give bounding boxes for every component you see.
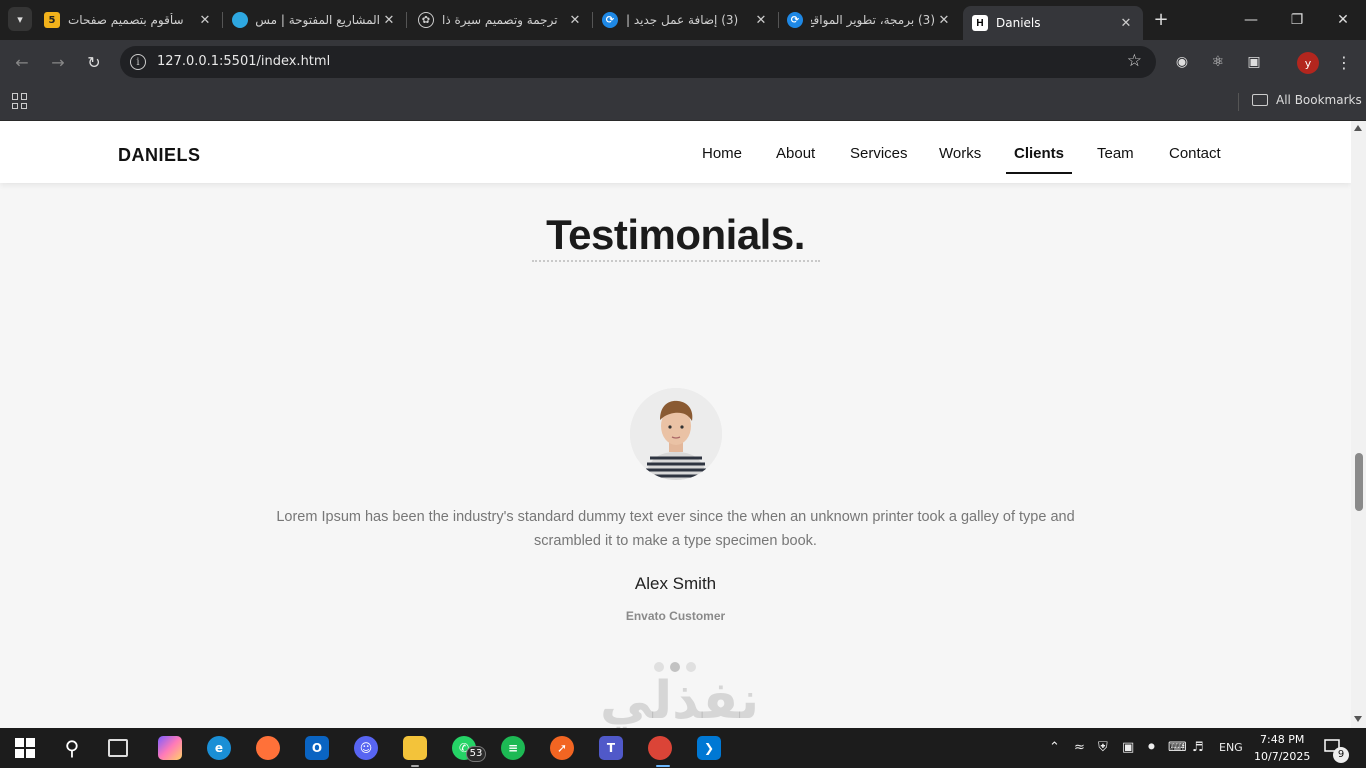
nav-contact[interactable]: Contact [1169, 145, 1221, 162]
browser-tab[interactable]: ✿ ترجمة وتصميم سيرة ذا ✕ [418, 6, 584, 34]
nav-team[interactable]: Team [1097, 145, 1134, 162]
client-role: Envato Customer [625, 609, 726, 623]
khamsat-icon: 5 [44, 12, 60, 28]
testimonial-quote: Lorem Ipsum has been the industry's stan… [276, 509, 1075, 549]
tab-separator [406, 12, 407, 28]
browser-menu-icon[interactable]: ⋮ [1335, 53, 1353, 72]
camera-icon[interactable]: ▣ [1122, 740, 1134, 755]
task-view-icon[interactable] [108, 739, 128, 757]
chevron-up-icon[interactable]: ⌃ [1049, 740, 1060, 755]
minimize-icon[interactable]: — [1228, 0, 1274, 40]
bookmarks-bar: All Bookmarks [0, 84, 1366, 121]
section-title: Testimonials. [546, 211, 805, 258]
security-shield-icon[interactable]: ⛨ [1098, 740, 1108, 755]
new-tab-button[interactable]: + [1150, 9, 1172, 30]
copilot-icon[interactable] [158, 736, 182, 760]
site-header: DANIELS Home About Services Works Client… [0, 121, 1351, 183]
client-name: Alex Smith [634, 574, 717, 593]
restore-icon[interactable]: ❐ [1274, 0, 1320, 40]
browser-tab[interactable]: ⟳ (3) برمجة، تطوير المواقع ✕ [787, 6, 953, 34]
browser-toolbar: ← → ↻ i 127.0.0.1:5501/index.html ☆ ◉ ⚛ … [0, 40, 1366, 84]
close-window-icon[interactable]: ✕ [1320, 0, 1366, 40]
tab-search-button[interactable]: ▾ [8, 7, 32, 31]
tab-close-icon[interactable]: ✕ [196, 13, 214, 28]
nafezly-icon: ⟳ [602, 12, 618, 28]
site-info-icon[interactable]: i [130, 54, 146, 70]
browser-tab[interactable]: 5 سأقوم بتصميم صفحات ✕ [44, 6, 214, 34]
clock-time: 7:48 PM [1260, 733, 1305, 746]
volume-icon[interactable]: ♬ [1192, 740, 1204, 755]
vscode-icon[interactable]: ❯ [697, 736, 721, 760]
keyboard-icon[interactable]: ⌨ [1168, 740, 1187, 755]
extension-react-icon[interactable]: ⚛ [1209, 53, 1227, 71]
whatsapp-unread-badge: 53 [466, 746, 486, 762]
mostaql-icon [232, 12, 248, 28]
postman-icon[interactable]: ➚ [550, 736, 574, 760]
scroll-down-arrow-icon[interactable] [1354, 716, 1362, 722]
clock-date: 10/7/2025 [1254, 750, 1311, 763]
tab-separator [592, 12, 593, 28]
browser-tab[interactable]: ⟳ (3) إضافة عمل جديد | ✕ [602, 6, 770, 34]
nav-home[interactable]: Home [702, 145, 742, 162]
tab-close-icon[interactable]: ✕ [752, 13, 770, 28]
firefox-icon[interactable] [256, 736, 280, 760]
scroll-up-arrow-icon[interactable] [1354, 125, 1362, 131]
microphone-icon[interactable]: ⚫ [1146, 740, 1157, 755]
nafezly-icon: ⟳ [787, 12, 803, 28]
extensions-puzzle-icon[interactable]: ▣ [1245, 53, 1263, 71]
address-bar[interactable]: i 127.0.0.1:5501/index.html ☆ [120, 46, 1156, 78]
teams-icon[interactable]: T [599, 736, 623, 760]
h-icon: H [972, 15, 988, 31]
forward-arrow-icon[interactable]: → [46, 50, 70, 74]
outlook-icon[interactable]: O [305, 736, 329, 760]
nav-about[interactable]: About [776, 145, 815, 162]
tab-separator [222, 12, 223, 28]
browser-tab[interactable]: المشاريع المفتوحة | مس ✕ [232, 6, 398, 34]
windows-start-icon[interactable] [13, 736, 37, 760]
apps-grid-icon[interactable] [12, 93, 28, 109]
tab-close-icon[interactable]: ✕ [380, 13, 398, 28]
extension-globe-icon[interactable]: ◉ [1173, 53, 1191, 71]
profile-avatar[interactable]: y [1297, 52, 1319, 74]
system-clock[interactable]: 7:48 PM 10/7/2025 [1254, 731, 1310, 765]
windows-taskbar: ⚲ e O ☺ ✆ 53 ≡ ➚ T ❯ ⌃ ≈ ⛨ ▣ ⚫ ⌨ ♬ ENG 7… [0, 728, 1366, 768]
tab-close-icon[interactable]: ✕ [935, 13, 953, 28]
title-dotted-divider [532, 260, 820, 262]
watermark: نفذلي [600, 671, 760, 728]
client-avatar [630, 388, 722, 480]
client-photo-icon [630, 388, 722, 480]
tab-separator [778, 12, 779, 28]
notification-count-badge: 9 [1333, 747, 1349, 763]
tab-close-icon[interactable]: ✕ [1117, 16, 1135, 31]
tab-close-icon[interactable]: ✕ [566, 13, 584, 28]
running-indicator [411, 765, 419, 767]
nav-clients[interactable]: Clients [1014, 145, 1064, 162]
chrome-icon[interactable] [648, 736, 672, 760]
search-icon[interactable]: ⚲ [60, 736, 84, 760]
nav-services[interactable]: Services [850, 145, 908, 162]
running-indicator [656, 765, 670, 767]
scroll-thumb[interactable] [1355, 453, 1363, 511]
url-text[interactable]: 127.0.0.1:5501/index.html [157, 54, 330, 69]
chatgpt-icon: ✿ [418, 12, 434, 28]
folder-icon [1252, 94, 1268, 106]
browser-tab-active[interactable]: H Daniels ✕ [963, 6, 1143, 40]
page-scrollbar[interactable] [1351, 121, 1366, 728]
all-bookmarks-link[interactable]: All Bookmarks [1276, 93, 1362, 107]
bookmark-star-icon[interactable]: ☆ [1127, 51, 1142, 71]
web-page: DANIELS Home About Services Works Client… [0, 121, 1351, 728]
active-nav-underline [1006, 172, 1072, 174]
tab-strip: ▾ 5 سأقوم بتصميم صفحات ✕ المشاريع المفتو… [0, 0, 1366, 40]
file-explorer-icon[interactable] [403, 736, 427, 760]
wifi-icon[interactable]: ≈ [1074, 740, 1085, 755]
site-logo[interactable]: DANIELS [118, 145, 201, 166]
back-arrow-icon[interactable]: ← [10, 50, 34, 74]
language-indicator[interactable]: ENG [1219, 741, 1243, 754]
discord-icon[interactable]: ☺ [354, 736, 378, 760]
spotify-icon[interactable]: ≡ [501, 736, 525, 760]
bookmark-separator [1238, 93, 1239, 111]
nav-works[interactable]: Works [939, 145, 981, 162]
edge-icon[interactable]: e [207, 736, 231, 760]
reload-icon[interactable]: ↻ [82, 50, 106, 74]
